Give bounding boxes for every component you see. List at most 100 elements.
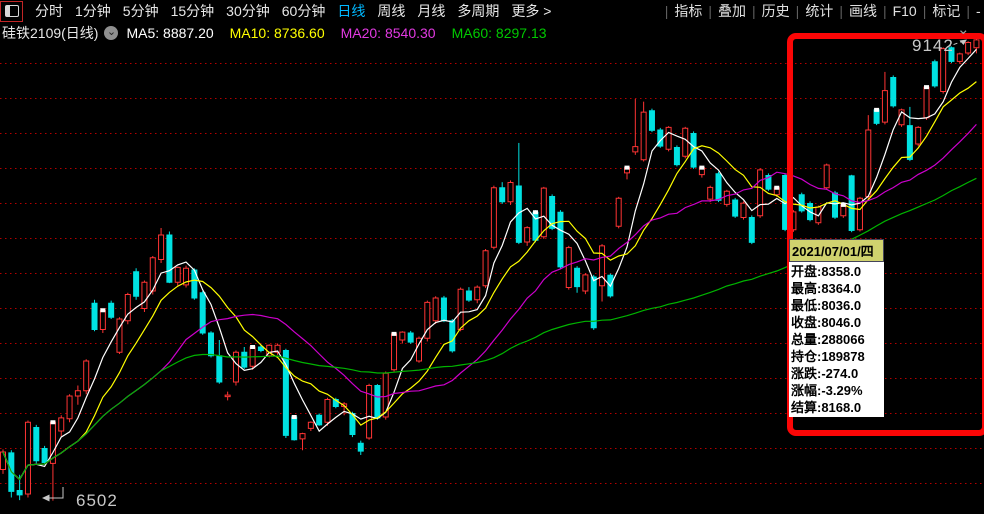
signal-marker <box>699 166 704 170</box>
tab-15分钟[interactable]: 15分钟 <box>171 3 215 19</box>
button-指标[interactable]: 指标 <box>674 1 702 21</box>
ma-value-MA10: MA10: 8736.60 <box>230 25 325 41</box>
candle-up <box>525 228 530 242</box>
chart-legend: 硅铁2109(日线) ⌄ MA5: 8887.20 MA10: 8736.60 MA… <box>2 22 563 44</box>
tab-周线[interactable]: 周线 <box>377 3 405 19</box>
candle-up <box>583 275 588 291</box>
candle-down <box>109 303 114 317</box>
candle-down <box>167 235 172 282</box>
low-arrow-head <box>42 495 50 502</box>
low-arrow-line <box>48 487 63 498</box>
tab-5分钟[interactable]: 5分钟 <box>123 3 159 19</box>
candle-up <box>633 147 638 152</box>
tab-更多 >[interactable]: 更多 > <box>511 3 551 19</box>
candle-tooltip: 2021/07/01/四 开盘:8358.0最高:8364.0最低:8036.0… <box>789 239 884 417</box>
button-标记[interactable]: 标记 <box>932 1 960 21</box>
separator: | <box>708 3 712 19</box>
tooltip-row-最低: 最低:8036.0 <box>791 297 884 314</box>
button-F10[interactable]: F10 <box>893 3 917 19</box>
candle-up <box>175 267 180 282</box>
candle-up <box>600 246 605 286</box>
candle-down <box>242 352 247 367</box>
candle-up <box>491 188 496 248</box>
candle-down <box>258 347 263 351</box>
candle-down <box>749 218 754 243</box>
candle-up <box>641 112 646 160</box>
toolbar: 分时 1分钟 5分钟 15分钟 30分钟 60分钟日线周线月线多周期更多 > | 指标 | 叠加… <box>0 0 984 22</box>
candle-down <box>134 272 139 297</box>
candle-up <box>566 248 571 288</box>
tab-60分钟[interactable]: 60分钟 <box>282 3 326 19</box>
candle-up <box>616 198 621 226</box>
candle-up <box>159 235 164 260</box>
candle-down <box>691 134 696 168</box>
separator: | <box>966 3 970 19</box>
tooltip-body: 开盘:8358.0最高:8364.0最低:8036.0收盘:8046.0总量:2… <box>789 262 884 417</box>
candle-up <box>25 422 30 494</box>
layout-button[interactable] <box>0 1 23 22</box>
tooltip-row-涨幅: 涨幅:-3.29% <box>791 382 884 399</box>
tooltip-row-最高: 最高:8364.0 <box>791 280 884 297</box>
tooltip-row-结算: 结算:8168.0 <box>791 399 884 416</box>
tab-多周期[interactable]: 多周期 <box>457 3 499 19</box>
candle-up <box>84 361 89 391</box>
candle-down <box>375 386 380 418</box>
candle-up <box>724 191 729 204</box>
period-tabs: 分时 1分钟 5分钟 15分钟 30分钟 60分钟日线周线月线多周期更多 > <box>29 1 557 21</box>
signal-marker <box>392 332 397 336</box>
candle-down <box>649 111 654 131</box>
candle-down <box>591 277 596 328</box>
candle-up <box>758 170 763 216</box>
candle-down <box>292 417 297 440</box>
candle-down <box>358 443 363 451</box>
candle-up <box>683 128 688 156</box>
separator: | <box>883 3 887 19</box>
tab-30分钟[interactable]: 30分钟 <box>226 3 270 19</box>
separator: | <box>665 3 669 19</box>
signal-marker <box>100 308 105 312</box>
trading-app-window: 91426502 分时1分钟5分钟15分钟30分钟60分钟日线周线月线多周期更多… <box>0 0 984 514</box>
candle-up <box>392 334 397 370</box>
chevron-down-icon[interactable]: ⌄ <box>104 26 118 40</box>
collapse-chevron-icon[interactable]: ⌄ <box>957 20 970 38</box>
button-画线[interactable]: 画线 <box>849 1 877 21</box>
candle-down <box>217 356 222 382</box>
tab-日线[interactable]: 日线 <box>337 3 365 19</box>
button-统计[interactable]: 统计 <box>805 1 833 21</box>
candle-up <box>433 298 438 321</box>
candle-up <box>300 434 305 439</box>
candle-down <box>575 268 580 286</box>
signal-marker <box>292 415 297 419</box>
tooltip-row-涨跌: 涨跌:-274.0 <box>791 365 884 382</box>
candle-up <box>475 287 480 300</box>
tooltip-row-收盘: 收盘:8046.0 <box>791 314 884 331</box>
ma-value-MA5: MA5: 8887.20 <box>126 25 213 41</box>
tab-1分钟[interactable]: 1分钟 <box>75 3 111 19</box>
candle-down <box>450 321 455 351</box>
button-叠加[interactable]: 叠加 <box>718 1 746 21</box>
candle-down <box>466 291 471 300</box>
candle-down <box>209 333 214 356</box>
candle-up <box>100 310 105 329</box>
candle-down <box>283 351 288 436</box>
tab-月线[interactable]: 月线 <box>417 3 445 19</box>
toolbar-right-buttons: |指标|叠加|历史|统计|画线|F10|标记|- <box>659 1 984 21</box>
candle-up <box>308 422 313 428</box>
candle-down <box>500 188 505 202</box>
candle-up <box>325 400 330 423</box>
candle-down <box>674 148 679 165</box>
candle-up <box>59 418 64 431</box>
candle-up <box>483 251 488 286</box>
signal-marker <box>774 186 779 190</box>
candle-up <box>708 187 713 199</box>
button-历史[interactable]: 历史 <box>762 1 790 21</box>
separator: | <box>839 3 843 19</box>
candle-down <box>17 491 22 495</box>
candle-up <box>225 395 230 397</box>
symbol-title: 硅铁2109(日线) <box>2 23 98 43</box>
clipped-button[interactable]: - <box>976 3 984 19</box>
candle-down <box>558 212 563 267</box>
ma-value-MA60: MA60: 8297.13 <box>452 25 547 41</box>
tooltip-row-总量: 总量:288066 <box>791 331 884 348</box>
tab-分时[interactable]: 分时 <box>35 3 63 19</box>
